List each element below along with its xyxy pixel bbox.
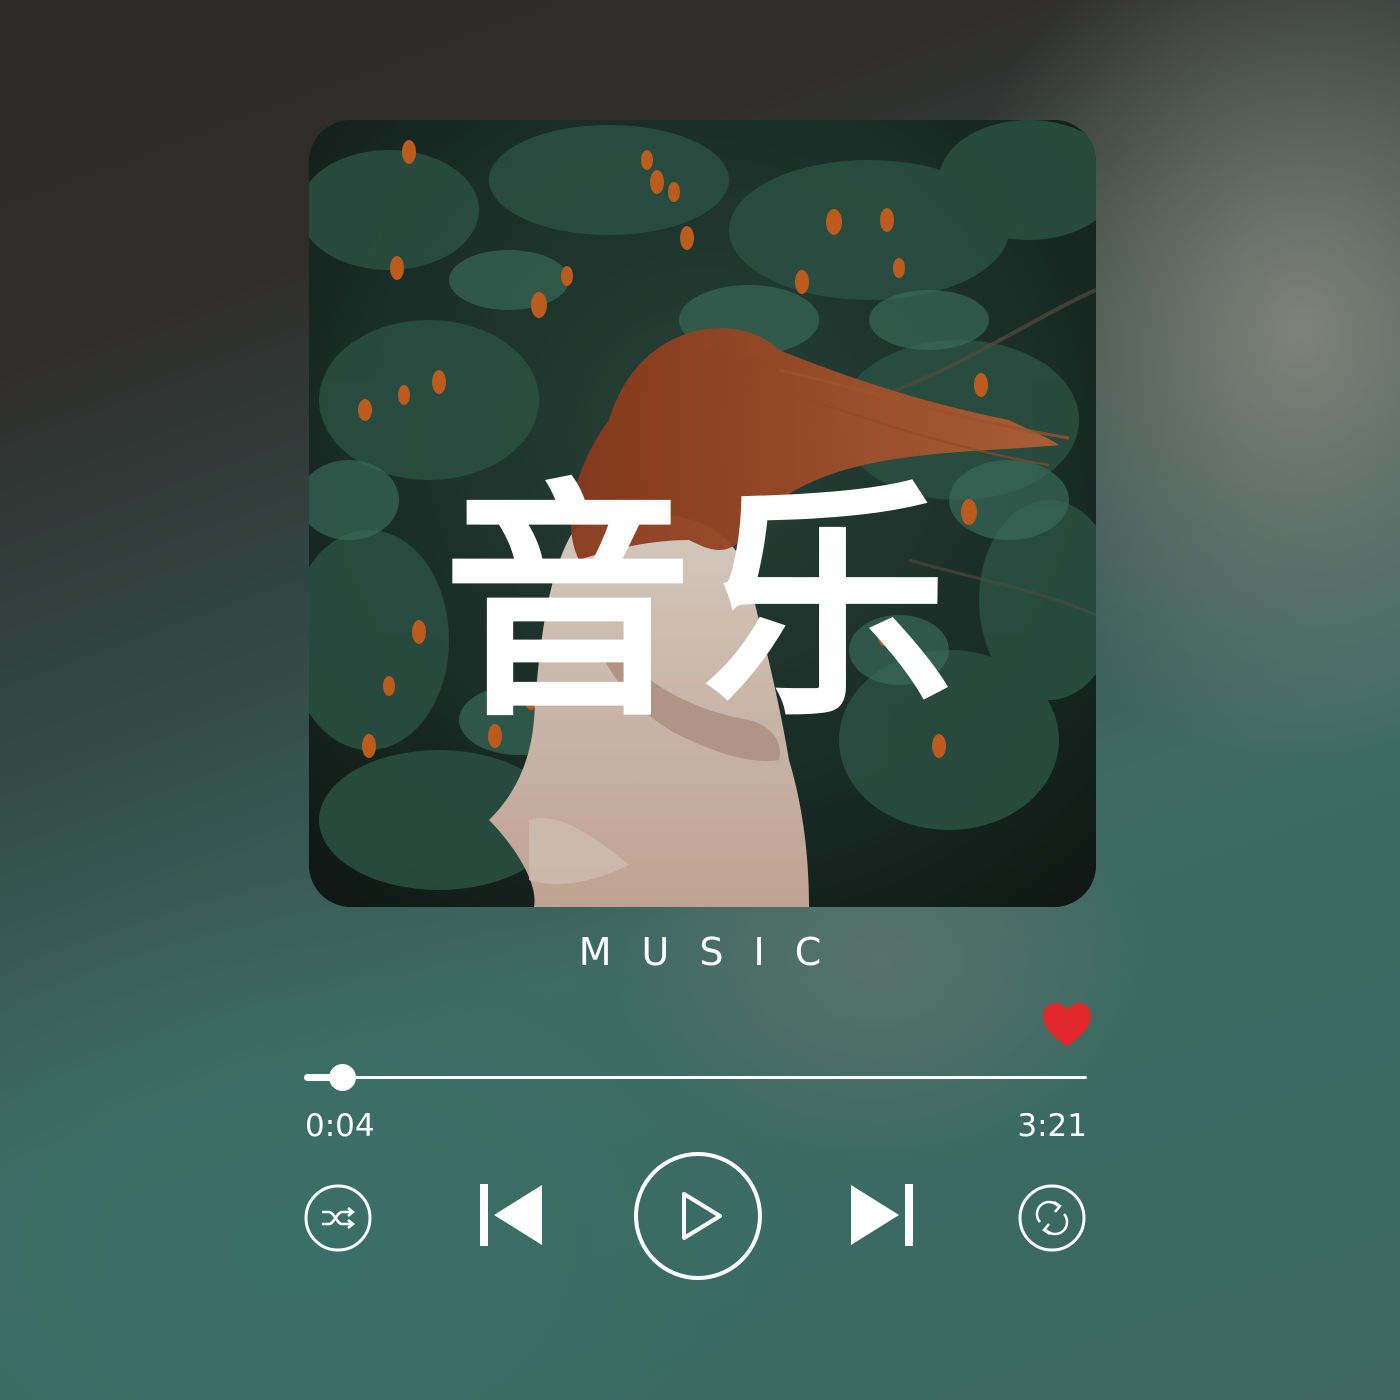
cover-title: 音乐 — [442, 459, 963, 750]
skip-previous-icon — [480, 1184, 542, 1246]
seek-bar[interactable] — [304, 1058, 1087, 1098]
play-icon — [634, 1152, 762, 1280]
track-caption: MUSIC — [578, 930, 852, 974]
shuffle-icon — [304, 1184, 372, 1252]
album-cover: 音乐 — [309, 120, 1096, 907]
repeat-button[interactable] — [1018, 1184, 1086, 1252]
play-button[interactable] — [632, 1150, 764, 1282]
seek-track — [304, 1076, 1087, 1079]
seek-handle[interactable] — [329, 1064, 356, 1091]
favorite-button[interactable] — [1041, 1001, 1093, 1049]
skip-next-icon — [851, 1184, 913, 1246]
heart-icon — [1043, 1003, 1091, 1047]
total-duration: 3:21 — [1017, 1108, 1087, 1144]
elapsed-time: 0:04 — [305, 1108, 375, 1144]
repeat-icon — [1018, 1184, 1086, 1252]
previous-track-button[interactable] — [478, 1183, 546, 1247]
next-track-button[interactable] — [849, 1183, 917, 1247]
shuffle-button[interactable] — [304, 1184, 372, 1252]
